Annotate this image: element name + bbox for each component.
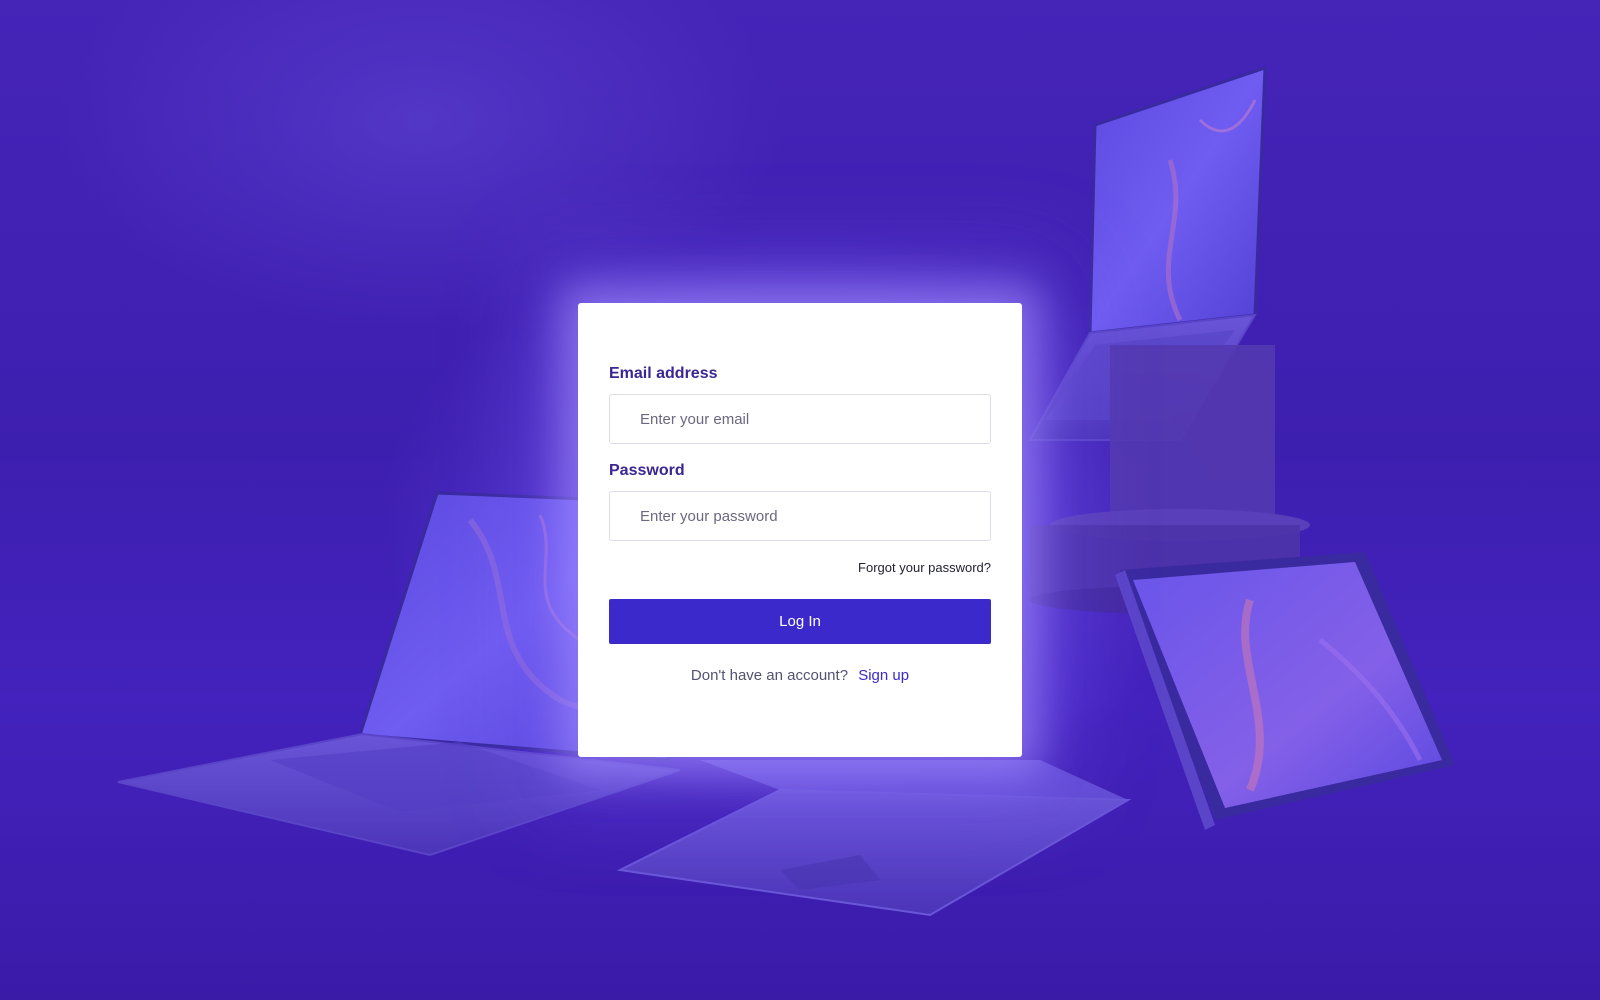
password-input[interactable] (609, 491, 991, 541)
password-group: Password (609, 462, 991, 541)
signup-link[interactable]: Sign up (858, 667, 909, 684)
email-input[interactable] (609, 394, 991, 444)
email-label: Email address (609, 365, 718, 382)
password-label: Password (609, 462, 685, 479)
forgot-password-row: Forgot your password? (609, 559, 991, 575)
signup-row: Don't have an account? Sign up (609, 667, 991, 684)
email-group: Email address (609, 365, 991, 444)
login-button[interactable]: Log In (609, 599, 991, 644)
center-laptop (616, 760, 1132, 917)
signup-prompt: Don't have an account? (690, 667, 849, 684)
forgot-password-link[interactable]: Forgot your password? (858, 560, 991, 575)
login-card: Email address Password Forgot your passw… (578, 303, 1022, 757)
bottom-right-laptop (1115, 552, 1455, 830)
